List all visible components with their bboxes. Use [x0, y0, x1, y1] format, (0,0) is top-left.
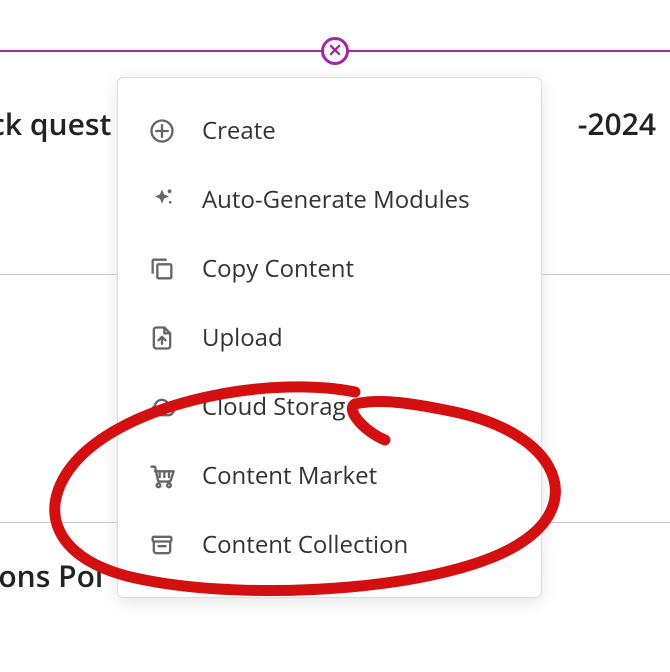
shopping-cart-icon — [146, 460, 178, 492]
close-icon — [328, 40, 342, 62]
divider-close-button[interactable] — [321, 37, 349, 65]
menu-item-content-collection[interactable]: Content Collection — [118, 510, 541, 579]
background-text-right: -2024 — [578, 103, 656, 144]
menu-item-label: Upload — [202, 321, 283, 354]
menu-item-label: Copy Content — [202, 252, 354, 285]
plus-circle-icon — [146, 115, 178, 147]
menu-item-content-market[interactable]: Content Market — [118, 441, 541, 510]
upload-file-icon — [146, 322, 178, 354]
menu-item-create[interactable]: Create — [118, 96, 541, 165]
sparkle-icon — [146, 184, 178, 216]
menu-item-label: Cloud Storage — [202, 390, 359, 423]
menu-item-upload[interactable]: Upload — [118, 303, 541, 372]
copy-icon — [146, 253, 178, 285]
background-text-left: ck quest — [0, 103, 111, 144]
menu-item-label: Create — [202, 114, 276, 147]
menu-item-label: Auto-Generate Modules — [202, 183, 470, 216]
menu-item-cloud-storage[interactable]: Cloud Storage — [118, 372, 541, 441]
page-root: ck quest -2024 ions Poi Create — [0, 0, 670, 672]
cloud-plus-icon — [146, 391, 178, 423]
menu-item-label: Content Collection — [202, 528, 408, 561]
menu-item-label: Content Market — [202, 459, 377, 492]
menu-item-copy-content[interactable]: Copy Content — [118, 234, 541, 303]
add-content-menu: Create Auto-Generate Modules Copy Conten… — [117, 77, 542, 598]
menu-item-auto-generate[interactable]: Auto-Generate Modules — [118, 165, 541, 234]
archive-icon — [146, 529, 178, 561]
background-text-bottom: ions Poi — [0, 555, 103, 596]
